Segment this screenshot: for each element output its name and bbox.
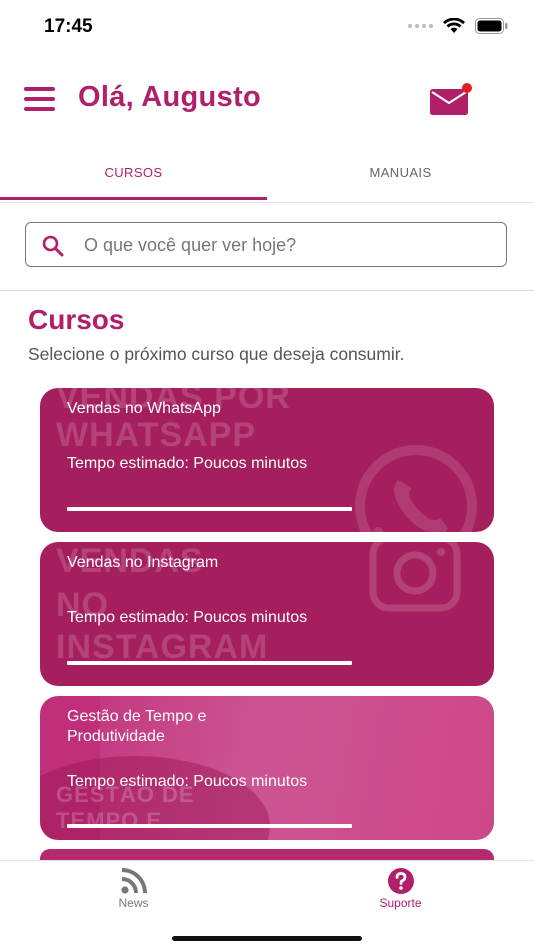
nav-news[interactable]: News — [0, 861, 267, 921]
course-time: Tempo estimado: Poucos minutos — [67, 609, 308, 626]
status-bar: 17:45 — [0, 0, 534, 56]
tab-cursos[interactable]: CURSOS — [0, 150, 267, 200]
battery-icon — [475, 18, 508, 34]
signal-dots-icon — [408, 24, 433, 28]
rss-icon — [120, 868, 147, 894]
search-input[interactable] — [82, 223, 496, 267]
notification-badge — [462, 83, 472, 93]
home-indicator — [172, 936, 362, 941]
course-card-whatsapp[interactable]: VENDAS POR WHATSAPP Vendas no WhatsApp T… — [40, 388, 494, 532]
nav-label-news: News — [118, 896, 149, 910]
help-circle-icon — [387, 868, 414, 894]
card-background-text: INSTAGRAM — [56, 628, 269, 666]
course-title: Vendas no WhatsApp — [67, 400, 221, 417]
card-background-text: TEMPO E — [56, 808, 163, 833]
tab-manuais[interactable]: MANUAIS — [267, 150, 534, 198]
nav-suporte[interactable]: Suporte — [267, 861, 534, 921]
course-title: Gestão de Tempo e Produtividade — [67, 708, 207, 745]
course-time: Tempo estimado: Poucos minutos — [67, 773, 308, 790]
course-progress-bar — [67, 507, 352, 511]
search-icon — [42, 235, 64, 257]
whatsapp-icon — [355, 445, 477, 532]
course-card-gestao[interactable]: GESTÃO DE TEMPO E Gestão de Tempo e Prod… — [40, 696, 494, 840]
wifi-icon — [443, 18, 465, 33]
course-title: Vendas no Instagram — [67, 554, 219, 571]
greeting-title: Olá, Augusto — [78, 81, 261, 113]
mail-icon[interactable] — [428, 82, 472, 116]
search-box — [25, 222, 507, 267]
status-time: 17:45 — [44, 16, 93, 37]
app-header: Olá, Augusto — [0, 70, 534, 130]
menu-icon[interactable] — [24, 87, 55, 111]
course-progress-bar — [67, 824, 352, 828]
nav-label-suporte: Suporte — [379, 896, 422, 910]
status-icons — [408, 18, 508, 34]
section-subtitle: Selecione o próximo curso que deseja con… — [28, 344, 405, 364]
course-time: Tempo estimado: Poucos minutos — [67, 455, 308, 472]
tab-bar: CURSOS MANUAIS — [0, 150, 534, 203]
card-background-text: WHATSAPP — [56, 416, 257, 454]
course-progress-bar — [67, 661, 352, 665]
divider — [0, 290, 534, 291]
section-title: Cursos — [28, 304, 125, 335]
course-card-instagram[interactable]: VENDAS NO INSTAGRAM Vendas no Instagram … — [40, 542, 494, 686]
